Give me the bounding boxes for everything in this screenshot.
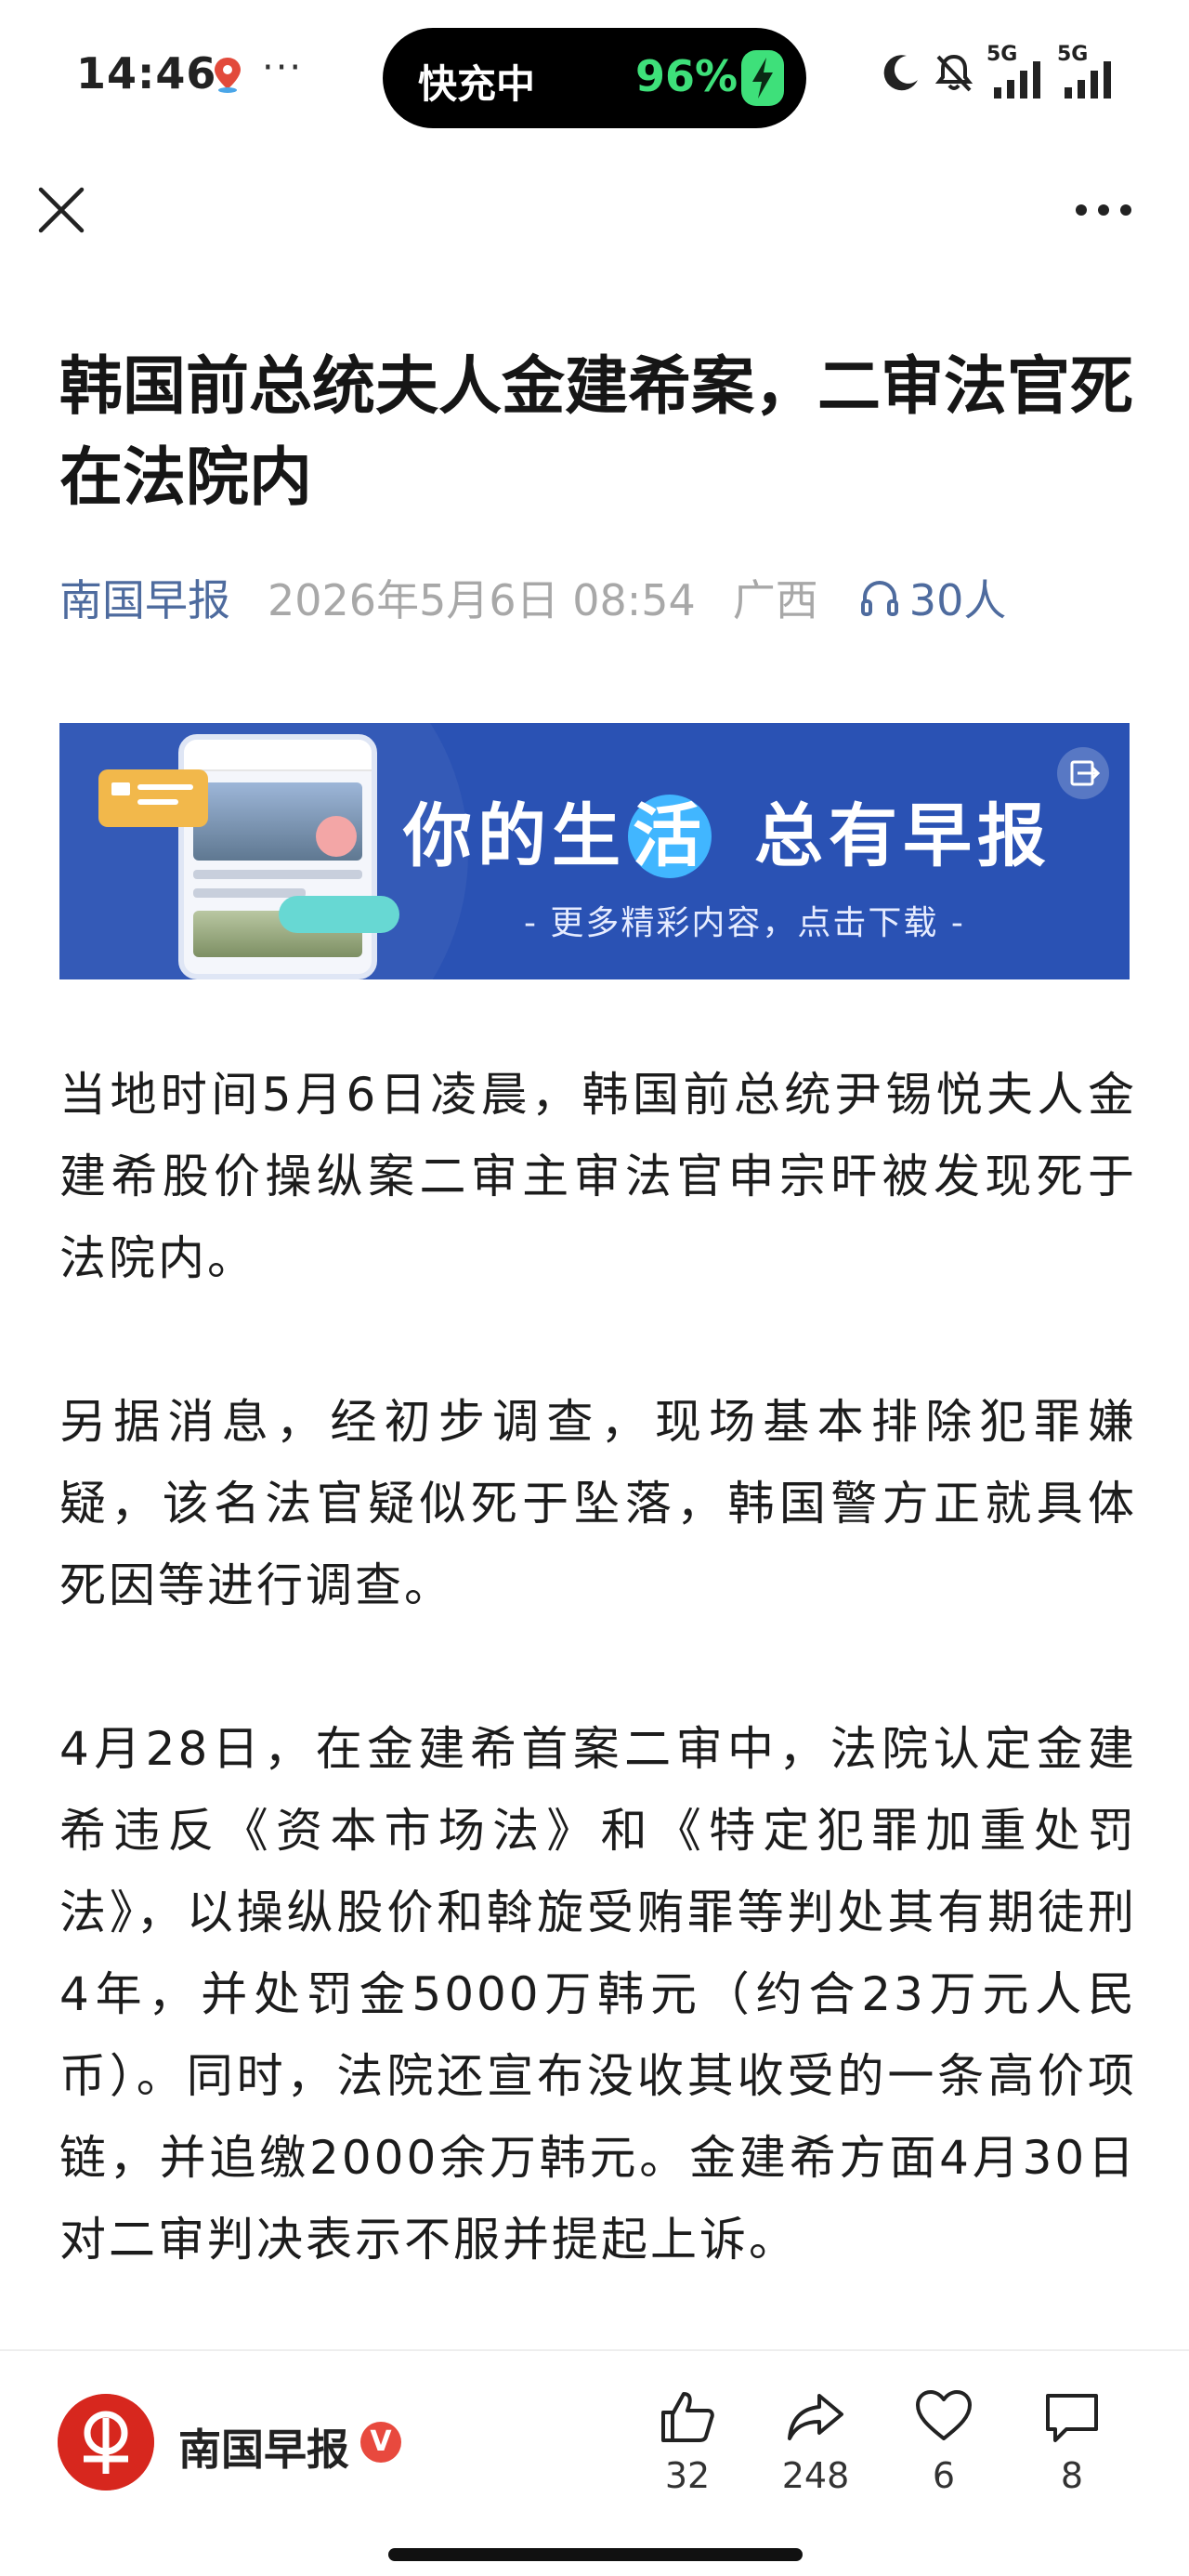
article-body: 当地时间5月6日凌晨，韩国前总统尹锡悦夫人金建希股价操纵案二审主审法官申宗旰被发… <box>59 1054 1137 2362</box>
share-icon <box>788 2394 843 2440</box>
status-more-dots: ··· <box>262 46 304 89</box>
headphones-icon <box>860 581 898 616</box>
article-date: 2026年5月6日 08:54 <box>268 575 696 625</box>
bottom-action-bar: 南国早报 V 32 248 6 8 <box>0 2349 1189 2576</box>
paragraph: 4月28日，在金建希首案二审中，法院认定金建希违反《资本市场法》和《特定犯罪加重… <box>59 1722 1137 2267</box>
article-title: 韩国前总统夫人金建希案，二审法官死在法院内 <box>59 350 1134 515</box>
banner-slogan: 你的生活 总有早报 <box>403 795 1052 878</box>
banner-card-decoration <box>98 769 208 827</box>
signal-icon: 5G <box>986 43 1046 99</box>
verified-badge: V <box>360 2422 401 2463</box>
more-icon[interactable] <box>1074 197 1133 223</box>
heart-icon <box>916 2390 972 2440</box>
comment-icon <box>1046 2394 1098 2442</box>
banner-subtitle: - 更多精彩内容，点击下载 - <box>524 904 965 942</box>
listen-button[interactable]: 30人 <box>859 567 1007 628</box>
status-time: 14:46 <box>76 48 217 99</box>
article-region: 广西 <box>732 575 818 625</box>
article-source[interactable]: 南国早报 <box>59 567 230 628</box>
status-icons: 5G 5G <box>881 43 1117 99</box>
bolt-icon <box>741 50 784 106</box>
status-bar: 14:46 ··· 快充中 96% 5G 5G <box>0 0 1189 149</box>
like-icon <box>661 2392 714 2442</box>
publisher-logo[interactable] <box>58 2394 154 2491</box>
listener-count: 30人 <box>908 575 1007 625</box>
signal-icon: 5G <box>1057 43 1117 99</box>
share-count: 248 <box>781 2455 850 2496</box>
phone-illustration <box>178 734 377 979</box>
download-app-banner[interactable]: 你的生活 总有早报 - 更多精彩内容，点击下载 - <box>59 723 1130 979</box>
charging-label: 快充中 <box>418 61 536 107</box>
dynamic-island: 快充中 96% <box>383 28 806 128</box>
publisher-name[interactable]: 南国早报 <box>178 2416 349 2477</box>
like-count: 32 <box>664 2455 711 2496</box>
home-indicator[interactable] <box>388 2548 803 2561</box>
comment-count: 8 <box>1060 2455 1084 2496</box>
moon-icon <box>883 55 918 91</box>
share-button[interactable]: 248 <box>769 2388 862 2496</box>
battery-percent: 96% <box>635 51 738 101</box>
location-icon <box>215 58 241 93</box>
banner-dot-decoration <box>316 816 357 857</box>
paragraph: 当地时间5月6日凌晨，韩国前总统尹锡悦夫人金建希股价操纵案二审主审法官申宗旰被发… <box>59 1068 1137 1285</box>
comment-button[interactable]: 8 <box>1026 2388 1118 2496</box>
exit-icon[interactable] <box>1057 747 1109 799</box>
favorite-count: 6 <box>932 2455 956 2496</box>
favorite-button[interactable]: 6 <box>897 2388 990 2496</box>
article-meta: 南国早报 2026年5月6日 08:54 广西 30人 <box>59 565 1006 630</box>
close-icon[interactable] <box>37 186 85 234</box>
like-button[interactable]: 32 <box>641 2388 734 2496</box>
mute-icon <box>934 54 973 92</box>
paragraph: 另据消息，经初步调查，现场基本排除犯罪嫌疑，该名法官疑似死于坠落，韩国警方正就具… <box>59 1395 1137 1612</box>
banner-pill-decoration <box>279 896 399 933</box>
